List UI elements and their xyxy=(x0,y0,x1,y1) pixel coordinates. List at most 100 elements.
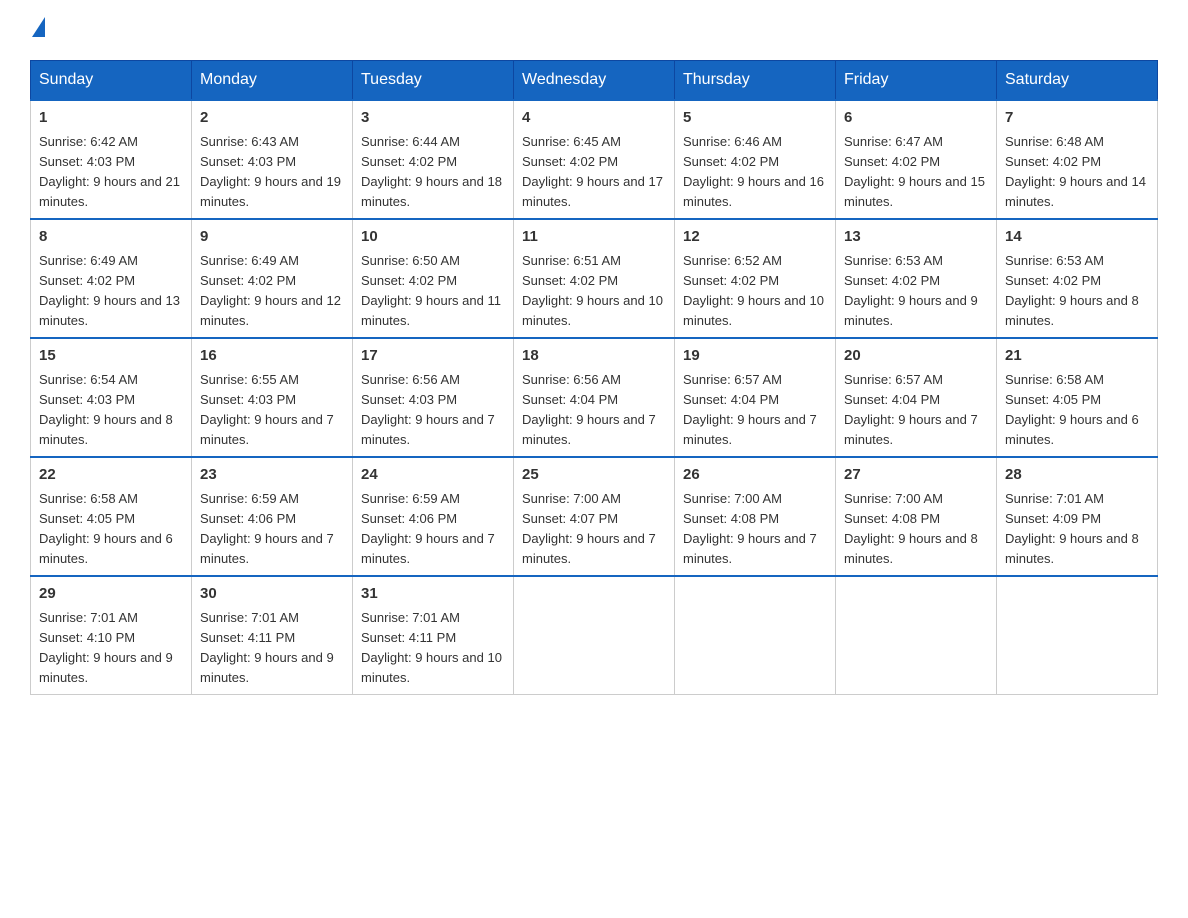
calendar-table: SundayMondayTuesdayWednesdayThursdayFrid… xyxy=(30,60,1158,695)
calendar-cell: 15 Sunrise: 6:54 AMSunset: 4:03 PMDayligh… xyxy=(31,338,192,457)
week-row-1: 1 Sunrise: 6:42 AMSunset: 4:03 PMDaylight… xyxy=(31,100,1158,219)
calendar-cell xyxy=(836,576,997,695)
day-number: 22 xyxy=(39,464,183,487)
day-info: Sunrise: 7:00 AMSunset: 4:08 PMDaylight:… xyxy=(844,491,978,566)
calendar-cell: 27 Sunrise: 7:00 AMSunset: 4:08 PMDayligh… xyxy=(836,457,997,576)
calendar-cell: 11 Sunrise: 6:51 AMSunset: 4:02 PMDayligh… xyxy=(514,219,675,338)
weekday-header-friday: Friday xyxy=(836,61,997,101)
day-info: Sunrise: 6:57 AMSunset: 4:04 PMDaylight:… xyxy=(844,372,978,447)
calendar-cell: 12Sunrise: 6:52 AMSunset: 4:02 PMDayligh… xyxy=(675,219,836,338)
calendar-cell: 17Sunrise: 6:56 AMSunset: 4:03 PMDayligh… xyxy=(353,338,514,457)
calendar-cell xyxy=(997,576,1158,695)
day-info: Sunrise: 7:00 AMSunset: 4:08 PMDaylight:… xyxy=(683,491,817,566)
day-number: 4 xyxy=(522,107,666,130)
weekday-header-monday: Monday xyxy=(192,61,353,101)
day-number: 31 xyxy=(361,583,505,606)
top-section xyxy=(30,20,1158,40)
calendar-cell: 9 Sunrise: 6:49 AMSunset: 4:02 PMDaylight… xyxy=(192,219,353,338)
calendar-cell: 30 Sunrise: 7:01 AMSunset: 4:11 PMDayligh… xyxy=(192,576,353,695)
calendar-cell: 31 Sunrise: 7:01 AMSunset: 4:11 PMDayligh… xyxy=(353,576,514,695)
day-info: Sunrise: 7:00 AMSunset: 4:07 PMDaylight:… xyxy=(522,491,656,566)
calendar-cell: 28 Sunrise: 7:01 AMSunset: 4:09 PMDayligh… xyxy=(997,457,1158,576)
day-number: 11 xyxy=(522,226,666,249)
day-number: 13 xyxy=(844,226,988,249)
day-number: 28 xyxy=(1005,464,1149,487)
day-info: Sunrise: 7:01 AMSunset: 4:09 PMDaylight:… xyxy=(1005,491,1139,566)
day-number: 19 xyxy=(683,345,827,368)
calendar-cell: 16 Sunrise: 6:55 AMSunset: 4:03 PMDayligh… xyxy=(192,338,353,457)
day-number: 8 xyxy=(39,226,183,249)
day-number: 5 xyxy=(683,107,827,130)
day-number: 27 xyxy=(844,464,988,487)
weekday-header-tuesday: Tuesday xyxy=(353,61,514,101)
day-number: 14 xyxy=(1005,226,1149,249)
day-number: 15 xyxy=(39,345,183,368)
calendar-cell: 10Sunrise: 6:50 AMSunset: 4:02 PMDayligh… xyxy=(353,219,514,338)
calendar-cell: 2 Sunrise: 6:43 AMSunset: 4:03 PMDaylight… xyxy=(192,100,353,219)
day-info: Sunrise: 7:01 AMSunset: 4:11 PMDaylight:… xyxy=(200,610,334,685)
day-number: 29 xyxy=(39,583,183,606)
calendar-cell: 14 Sunrise: 6:53 AMSunset: 4:02 PMDayligh… xyxy=(997,219,1158,338)
day-info: Sunrise: 7:01 AMSunset: 4:10 PMDaylight:… xyxy=(39,610,173,685)
day-info: Sunrise: 6:56 AMSunset: 4:04 PMDaylight:… xyxy=(522,372,656,447)
day-info: Sunrise: 6:56 AMSunset: 4:03 PMDaylight:… xyxy=(361,372,495,447)
day-number: 16 xyxy=(200,345,344,368)
calendar-cell: 3 Sunrise: 6:44 AMSunset: 4:02 PMDaylight… xyxy=(353,100,514,219)
calendar-cell: 19 Sunrise: 6:57 AMSunset: 4:04 PMDayligh… xyxy=(675,338,836,457)
calendar-cell: 21Sunrise: 6:58 AMSunset: 4:05 PMDayligh… xyxy=(997,338,1158,457)
day-info: Sunrise: 6:59 AMSunset: 4:06 PMDaylight:… xyxy=(361,491,495,566)
calendar-cell: 6Sunrise: 6:47 AMSunset: 4:02 PMDaylight… xyxy=(836,100,997,219)
calendar-cell: 1 Sunrise: 6:42 AMSunset: 4:03 PMDaylight… xyxy=(31,100,192,219)
logo xyxy=(30,20,45,40)
week-row-2: 8 Sunrise: 6:49 AMSunset: 4:02 PMDaylight… xyxy=(31,219,1158,338)
day-number: 26 xyxy=(683,464,827,487)
day-number: 1 xyxy=(39,107,183,130)
day-number: 25 xyxy=(522,464,666,487)
day-info: Sunrise: 6:57 AMSunset: 4:04 PMDaylight:… xyxy=(683,372,817,447)
day-number: 30 xyxy=(200,583,344,606)
calendar-cell: 26 Sunrise: 7:00 AMSunset: 4:08 PMDayligh… xyxy=(675,457,836,576)
day-info: Sunrise: 6:47 AMSunset: 4:02 PMDaylight:… xyxy=(844,134,985,209)
weekday-header-thursday: Thursday xyxy=(675,61,836,101)
day-info: Sunrise: 6:49 AMSunset: 4:02 PMDaylight:… xyxy=(200,253,341,328)
day-info: Sunrise: 6:58 AMSunset: 4:05 PMDaylight:… xyxy=(39,491,173,566)
day-info: Sunrise: 6:45 AMSunset: 4:02 PMDaylight:… xyxy=(522,134,663,209)
day-info: Sunrise: 6:59 AMSunset: 4:06 PMDaylight:… xyxy=(200,491,334,566)
day-info: Sunrise: 6:42 AMSunset: 4:03 PMDaylight:… xyxy=(39,134,180,209)
day-number: 9 xyxy=(200,226,344,249)
day-number: 21 xyxy=(1005,345,1149,368)
day-info: Sunrise: 6:48 AMSunset: 4:02 PMDaylight:… xyxy=(1005,134,1146,209)
weekday-header-sunday: Sunday xyxy=(31,61,192,101)
day-info: Sunrise: 6:43 AMSunset: 4:03 PMDaylight:… xyxy=(200,134,341,209)
day-number: 2 xyxy=(200,107,344,130)
week-row-3: 15 Sunrise: 6:54 AMSunset: 4:03 PMDayligh… xyxy=(31,338,1158,457)
calendar-cell: 22 Sunrise: 6:58 AMSunset: 4:05 PMDayligh… xyxy=(31,457,192,576)
calendar-cell: 13 Sunrise: 6:53 AMSunset: 4:02 PMDayligh… xyxy=(836,219,997,338)
day-info: Sunrise: 6:49 AMSunset: 4:02 PMDaylight:… xyxy=(39,253,180,328)
day-info: Sunrise: 6:51 AMSunset: 4:02 PMDaylight:… xyxy=(522,253,663,328)
weekday-header-row: SundayMondayTuesdayWednesdayThursdayFrid… xyxy=(31,61,1158,101)
day-info: Sunrise: 6:46 AMSunset: 4:02 PMDaylight:… xyxy=(683,134,824,209)
day-info: Sunrise: 6:54 AMSunset: 4:03 PMDaylight:… xyxy=(39,372,173,447)
day-info: Sunrise: 6:44 AMSunset: 4:02 PMDaylight:… xyxy=(361,134,502,209)
day-info: Sunrise: 7:01 AMSunset: 4:11 PMDaylight:… xyxy=(361,610,502,685)
weekday-header-saturday: Saturday xyxy=(997,61,1158,101)
day-info: Sunrise: 6:55 AMSunset: 4:03 PMDaylight:… xyxy=(200,372,334,447)
day-info: Sunrise: 6:53 AMSunset: 4:02 PMDaylight:… xyxy=(844,253,978,328)
calendar-cell: 5 Sunrise: 6:46 AMSunset: 4:02 PMDaylight… xyxy=(675,100,836,219)
day-info: Sunrise: 6:53 AMSunset: 4:02 PMDaylight:… xyxy=(1005,253,1139,328)
day-number: 23 xyxy=(200,464,344,487)
page: SundayMondayTuesdayWednesdayThursdayFrid… xyxy=(0,0,1188,715)
day-number: 24 xyxy=(361,464,505,487)
calendar-cell xyxy=(514,576,675,695)
calendar-cell: 24 Sunrise: 6:59 AMSunset: 4:06 PMDayligh… xyxy=(353,457,514,576)
calendar-cell: 23 Sunrise: 6:59 AMSunset: 4:06 PMDayligh… xyxy=(192,457,353,576)
calendar-cell: 7 Sunrise: 6:48 AMSunset: 4:02 PMDaylight… xyxy=(997,100,1158,219)
week-row-5: 29 Sunrise: 7:01 AMSunset: 4:10 PMDayligh… xyxy=(31,576,1158,695)
calendar-cell: 4 Sunrise: 6:45 AMSunset: 4:02 PMDaylight… xyxy=(514,100,675,219)
day-number: 3 xyxy=(361,107,505,130)
day-number: 7 xyxy=(1005,107,1149,130)
calendar-cell: 18Sunrise: 6:56 AMSunset: 4:04 PMDayligh… xyxy=(514,338,675,457)
calendar-cell: 20Sunrise: 6:57 AMSunset: 4:04 PMDayligh… xyxy=(836,338,997,457)
calendar-cell: 8 Sunrise: 6:49 AMSunset: 4:02 PMDaylight… xyxy=(31,219,192,338)
